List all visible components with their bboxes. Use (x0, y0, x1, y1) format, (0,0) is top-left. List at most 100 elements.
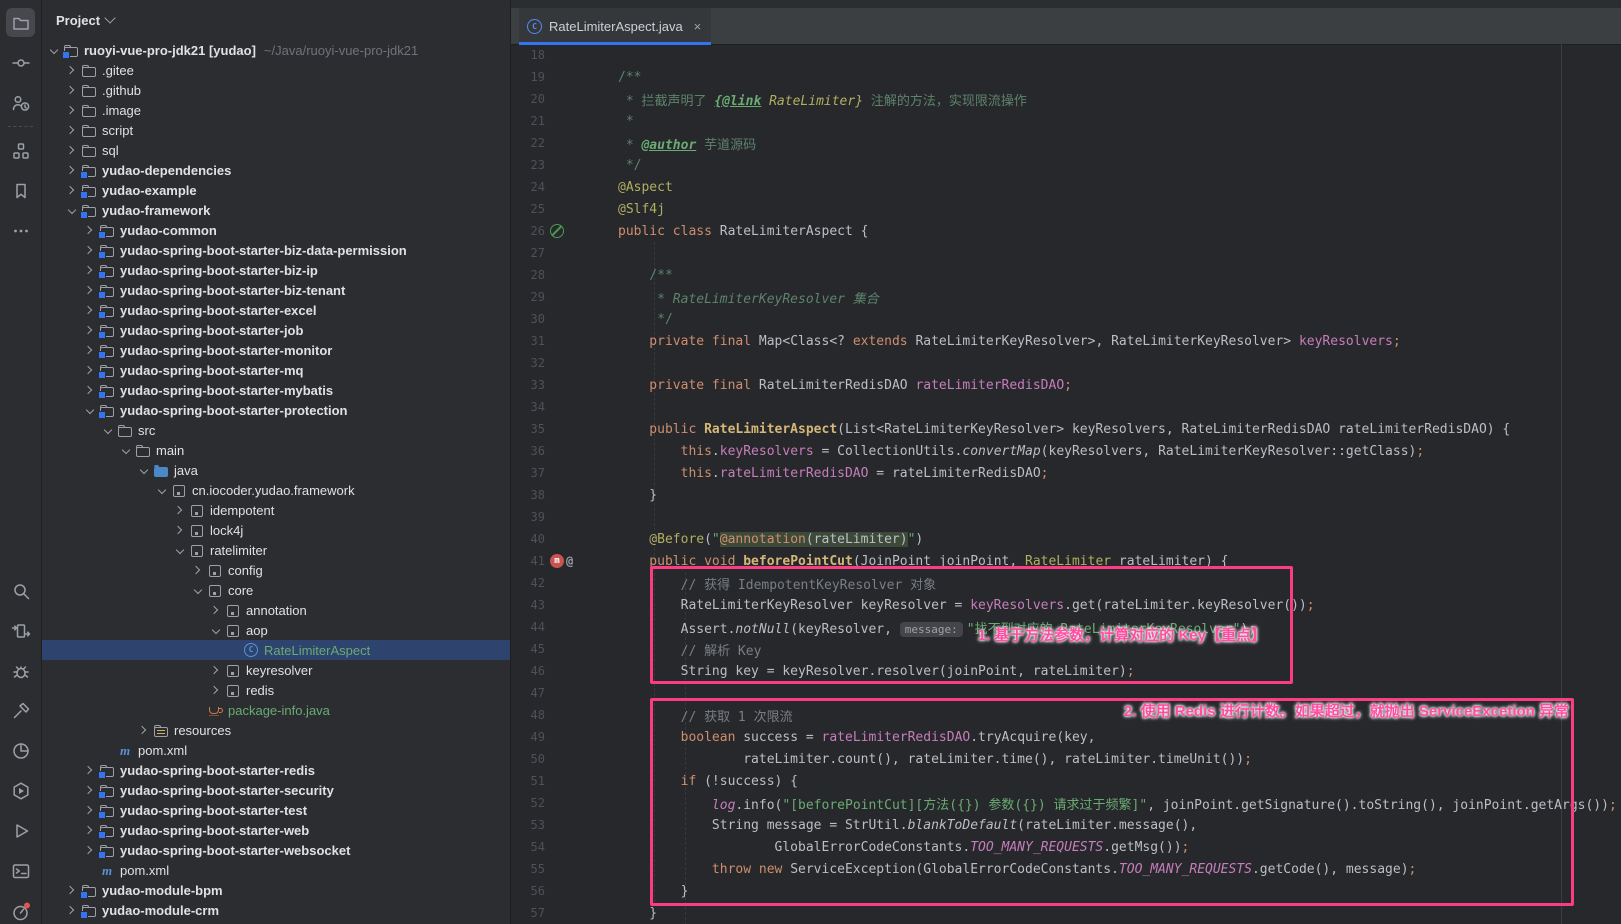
tree-item-src[interactable]: src (42, 420, 510, 440)
tree-item-cn-iocoder-yudao-framework[interactable]: cn.iocoder.yudao.framework (42, 480, 510, 500)
chevron-right-icon[interactable] (137, 723, 152, 738)
terminal-icon[interactable] (6, 856, 35, 885)
code-line-36[interactable]: 36 this.keyResolvers = CollectionUtils.c… (511, 440, 1621, 462)
code-line-30[interactable]: 30 */ (511, 308, 1621, 330)
chevron-right-icon[interactable] (83, 303, 98, 318)
chevron-down-icon[interactable] (209, 623, 224, 638)
code-line-21[interactable]: 21 * (511, 110, 1621, 132)
tree-item-yudao-spring-boot-starter-protection[interactable]: yudao-spring-boot-starter-protection (42, 400, 510, 420)
pull-requests-icon[interactable] (6, 88, 35, 117)
chevron-right-icon[interactable] (83, 263, 98, 278)
code-line-26[interactable]: 26public class RateLimiterAspect { (511, 220, 1621, 242)
tree-item--image[interactable]: .image (42, 100, 510, 120)
tree-item-core[interactable]: core (42, 580, 510, 600)
tree-item-yudao-common[interactable]: yudao-common (42, 220, 510, 240)
debug-icon[interactable] (6, 656, 35, 685)
chevron-right-icon[interactable] (65, 883, 80, 898)
chevron-right-icon[interactable] (83, 843, 98, 858)
chevron-right-icon[interactable] (83, 763, 98, 778)
tree-item-java[interactable]: java (42, 460, 510, 480)
spring-bean-icon[interactable] (550, 224, 564, 238)
tree-item-yudao-example[interactable]: yudao-example (42, 180, 510, 200)
tree-item-keyresolver[interactable]: keyresolver (42, 660, 510, 680)
tree-item-ruoyi-vue-pro-jdk21-yudao-[interactable]: ruoyi-vue-pro-jdk21 [yudao]~/Java/ruoyi-… (42, 40, 510, 60)
tree-item-package-info-java[interactable]: package-info.java (42, 700, 510, 720)
chevron-right-icon[interactable] (83, 323, 98, 338)
chevron-down-icon[interactable] (173, 543, 188, 558)
code-line-48[interactable]: 48 // 获取 1 次限流 (511, 704, 1621, 726)
chevron-right-icon[interactable] (83, 803, 98, 818)
aop-advice-icon[interactable]: m (550, 554, 564, 568)
tree-item-yudao-spring-boot-starter-excel[interactable]: yudao-spring-boot-starter-excel (42, 300, 510, 320)
tree-item-script[interactable]: script (42, 120, 510, 140)
chevron-right-icon[interactable] (83, 243, 98, 258)
tree-item-sql[interactable]: sql (42, 140, 510, 160)
tree-item-yudao-spring-boot-starter-biz-data-permission[interactable]: yudao-spring-boot-starter-biz-data-permi… (42, 240, 510, 260)
tree-item-yudao-spring-boot-starter-web[interactable]: yudao-spring-boot-starter-web (42, 820, 510, 840)
tree-item-config[interactable]: config (42, 560, 510, 580)
tree-item-yudao-spring-boot-starter-mq[interactable]: yudao-spring-boot-starter-mq (42, 360, 510, 380)
tree-item-resources[interactable]: resources (42, 720, 510, 740)
chevron-down-icon[interactable] (119, 443, 134, 458)
tab-ratelimiteraspect-java[interactable]: C RateLimiterAspect.java × (519, 8, 711, 44)
chevron-down-icon[interactable] (137, 463, 152, 478)
code-line-57[interactable]: 57 } (511, 902, 1621, 924)
tree-item-yudao-spring-boot-starter-security[interactable]: yudao-spring-boot-starter-security (42, 780, 510, 800)
tree-item-yudao-framework[interactable]: yudao-framework (42, 200, 510, 220)
chevron-right-icon[interactable] (83, 223, 98, 238)
chevron-right-icon[interactable] (83, 823, 98, 838)
chevron-down-icon[interactable] (47, 43, 62, 58)
tab-close-icon[interactable]: × (694, 19, 702, 34)
search-icon[interactable] (6, 576, 35, 605)
structure-icon[interactable] (6, 136, 35, 165)
code-line-37[interactable]: 37 this.rateLimiterRedisDAO = rateLimite… (511, 462, 1621, 484)
tree-item-yudao-module-crm[interactable]: yudao-module-crm (42, 900, 510, 920)
tree-item-main[interactable]: main (42, 440, 510, 460)
code-line-47[interactable]: 47 (511, 682, 1621, 704)
more-tool-windows-icon[interactable] (6, 216, 35, 245)
tree-item-yudao-spring-boot-starter-biz-ip[interactable]: yudao-spring-boot-starter-biz-ip (42, 260, 510, 280)
tree-item-yudao-spring-boot-starter-redis[interactable]: yudao-spring-boot-starter-redis (42, 760, 510, 780)
chevron-right-icon[interactable] (83, 363, 98, 378)
code-line-55[interactable]: 55 throw new ServiceException(GlobalErro… (511, 858, 1621, 880)
tree-item-ratelimiter[interactable]: ratelimiter (42, 540, 510, 560)
code-line-39[interactable]: 39 (511, 506, 1621, 528)
chevron-right-icon[interactable] (209, 603, 224, 618)
code-line-35[interactable]: 35 public RateLimiterAspect(List<RateLim… (511, 418, 1621, 440)
tree-item-lock4j[interactable]: lock4j (42, 520, 510, 540)
chevron-right-icon[interactable] (65, 183, 80, 198)
commit-icon[interactable] (6, 48, 35, 77)
chevron-right-icon[interactable] (65, 903, 80, 918)
build-icon[interactable] (6, 696, 35, 725)
code-line-33[interactable]: 33 private final RateLimiterRedisDAO rat… (511, 374, 1621, 396)
chevron-right-icon[interactable] (65, 103, 80, 118)
code-line-42[interactable]: 42 // 获得 IdempotentKeyResolver 对象 (511, 572, 1621, 594)
chevron-down-icon[interactable] (191, 583, 206, 598)
chevron-right-icon[interactable] (191, 563, 206, 578)
code-line-34[interactable]: 34 (511, 396, 1621, 418)
chevron-right-icon[interactable] (209, 663, 224, 678)
chevron-right-icon[interactable] (83, 283, 98, 298)
code-line-25[interactable]: 25@Slf4j (511, 198, 1621, 220)
tree-item-yudao-spring-boot-starter-mybatis[interactable]: yudao-spring-boot-starter-mybatis (42, 380, 510, 400)
code-editor[interactable]: 1819/**20 * 拦截声明了 {@link RateLimiter} 注解… (511, 44, 1621, 924)
code-line-19[interactable]: 19/** (511, 66, 1621, 88)
tree-item-yudao-spring-boot-starter-websocket[interactable]: yudao-spring-boot-starter-websocket (42, 840, 510, 860)
project-tool-window-header[interactable]: Project (42, 0, 510, 40)
chevron-right-icon[interactable] (65, 163, 80, 178)
code-line-24[interactable]: 24@Aspect (511, 176, 1621, 198)
code-line-20[interactable]: 20 * 拦截声明了 {@link RateLimiter} 注解的方法，实现限… (511, 88, 1621, 110)
code-line-45[interactable]: 45 // 解析 Key (511, 638, 1621, 660)
editor-panel[interactable]: C RateLimiterAspect.java × 1819/**20 * 拦… (511, 0, 1621, 924)
code-line-28[interactable]: 28 /** (511, 264, 1621, 286)
code-line-41[interactable]: 41m@ public void beforePointCut(JoinPoin… (511, 550, 1621, 572)
tree-item-yudao-spring-boot-starter-job[interactable]: yudao-spring-boot-starter-job (42, 320, 510, 340)
run-icon[interactable] (6, 816, 35, 845)
chevron-right-icon[interactable] (209, 683, 224, 698)
code-line-52[interactable]: 52 log.info("[beforePointCut][方法({}) 参数(… (511, 792, 1621, 814)
tree-item-yudao-module-bpm[interactable]: yudao-module-bpm (42, 880, 510, 900)
tree-item-yudao-dependencies[interactable]: yudao-dependencies (42, 160, 510, 180)
code-line-27[interactable]: 27 (511, 242, 1621, 264)
problems-icon[interactable] (6, 896, 35, 924)
chevron-down-icon[interactable] (155, 483, 170, 498)
